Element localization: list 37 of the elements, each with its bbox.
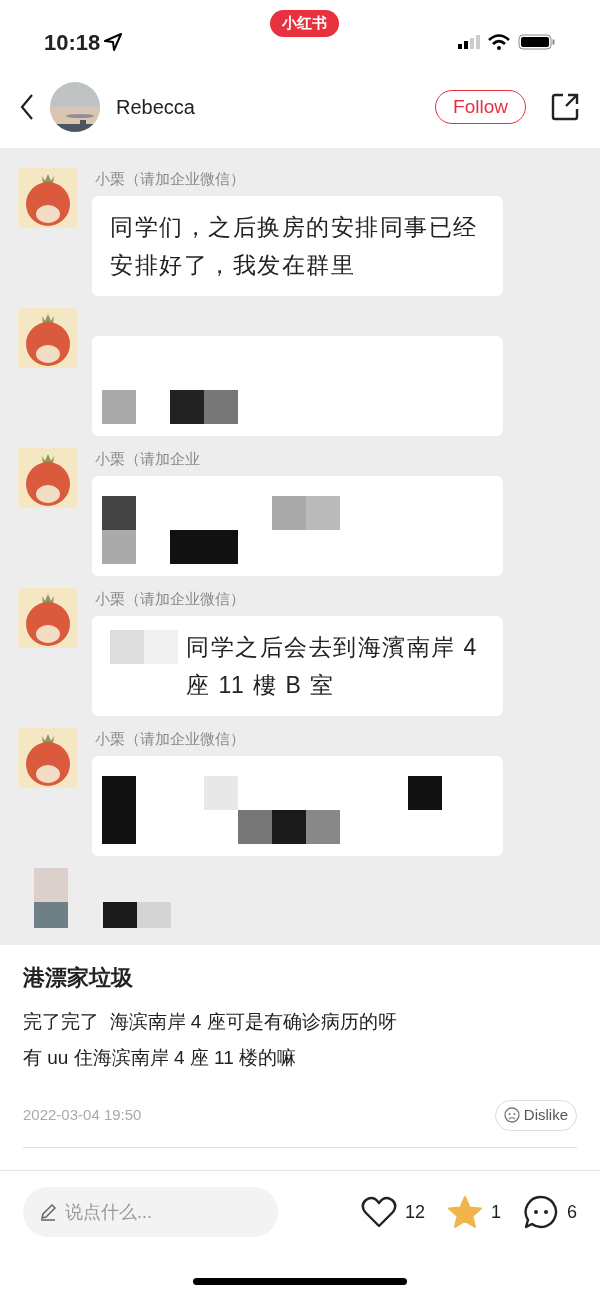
- clock-time: 10:18: [44, 28, 101, 57]
- post-text: 有 uu 住海滨南岸 4 座 11 楼的嘛: [23, 1046, 298, 1070]
- post-text: 完了完了 海滨南岸 4 座可是有确诊病历的呀: [23, 1010, 398, 1034]
- dislike-button[interactable]: Dislike: [494, 1100, 577, 1131]
- pomegranate-avatar-drawing: [18, 308, 78, 368]
- comment-icon[interactable]: [523, 1195, 559, 1229]
- collect-count: 1: [490, 1200, 501, 1224]
- star-icon[interactable]: [446, 1195, 483, 1229]
- pixelated-redaction-drawing: [103, 902, 171, 928]
- pomegranate-avatar-drawing: [18, 448, 78, 508]
- signal-icon: [458, 35, 480, 49]
- app-badge: 小红书: [270, 10, 339, 37]
- pencil-icon: [39, 1203, 57, 1221]
- sender-name: 小栗（请加企业微信）: [95, 729, 246, 749]
- heart-icon[interactable]: [360, 1195, 397, 1229]
- sender-name: 小栗（请加企业: [95, 449, 201, 469]
- back-icon[interactable]: [20, 94, 34, 120]
- pomegranate-avatar-drawing: [18, 588, 78, 648]
- post-title: 港漂家垃圾: [23, 964, 134, 992]
- pixelated-avatar-drawing: [34, 868, 68, 928]
- author-name[interactable]: Rebecca: [116, 92, 436, 122]
- wifi-icon: [488, 34, 510, 50]
- message-text: 同学之后会去到海濱南岸 4 座 11 樓 B 室: [186, 633, 479, 700]
- comment-count: 6: [567, 1200, 577, 1224]
- sender-name: 小栗（请加企业微信）: [95, 589, 246, 609]
- follow-button[interactable]: Follow: [435, 89, 526, 125]
- pixelated-redaction-drawing: [110, 630, 178, 664]
- pomegranate-avatar-drawing: [18, 728, 78, 788]
- like-count: 12: [404, 1200, 425, 1224]
- battery-icon: [518, 34, 556, 50]
- pomegranate-avatar-drawing: [18, 168, 78, 228]
- message-bubble: 同学们，之后换房的安排同事已经安排好了，我发在群里: [92, 196, 503, 296]
- location-arrow-icon: [104, 33, 123, 51]
- share-icon[interactable]: [550, 92, 580, 122]
- sender-name: 小栗（请加企业微信）: [95, 169, 246, 189]
- post-date: 2022-03-04 19:50: [23, 1105, 142, 1125]
- sad-face-icon: [503, 1107, 520, 1124]
